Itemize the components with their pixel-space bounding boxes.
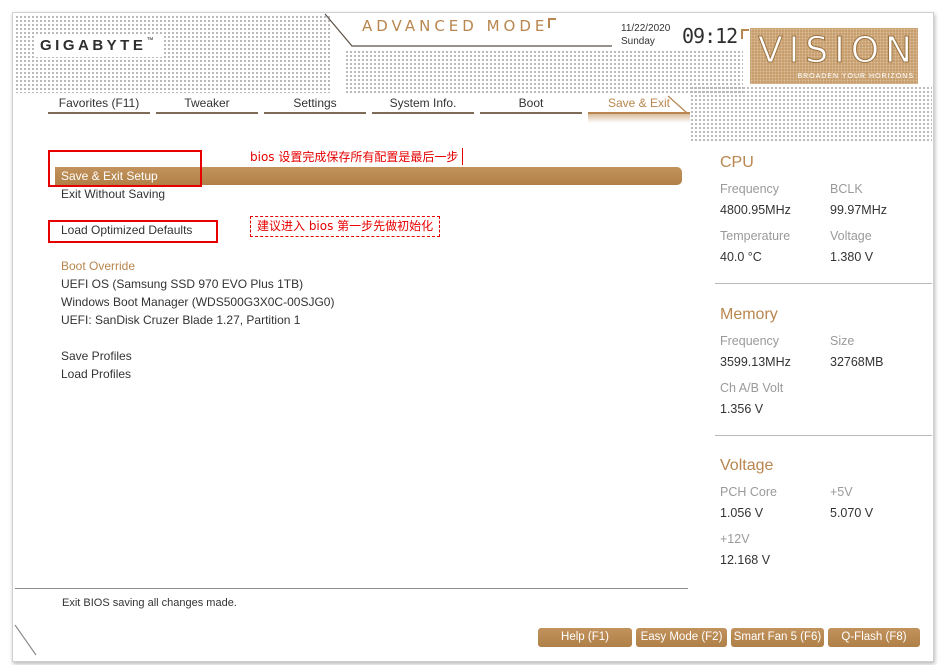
text-cursor	[462, 148, 463, 165]
clock-readout: 09:12	[682, 24, 738, 48]
easy-mode-button[interactable]: Easy Mode (F2)	[636, 628, 727, 647]
reading-value: 1.380 V	[830, 250, 874, 264]
reading-label: Frequency	[720, 334, 780, 348]
gigabyte-logo: GIGABYTE™	[34, 35, 164, 57]
cpu-readings: Frequency 4800.95MHz BCLK 99.97MHz Tempe…	[720, 179, 932, 268]
reading-value: 3599.13MHz	[720, 355, 791, 369]
weekday-readout: Sunday	[621, 36, 655, 47]
corner-bracket-icon	[741, 29, 749, 39]
reading-label: +12V	[720, 532, 750, 546]
voltage-monitor: Voltage PCH Core 1.056 V +5V 5.070 V +12…	[720, 455, 932, 571]
smart-fan-button[interactable]: Smart Fan 5 (F6)	[731, 628, 824, 647]
tab-settings[interactable]: Settings	[264, 94, 366, 114]
monitor-divider	[715, 283, 932, 284]
vision-logo-tagline: BROADEN YOUR HORIZONS	[797, 73, 914, 80]
plus-12v-voltage: +12V 12.168 V	[720, 529, 830, 571]
reading-value: 99.97MHz	[830, 203, 887, 217]
reading-label: Size	[830, 334, 855, 348]
mode-title: ADVANCED MODE	[362, 17, 549, 35]
q-flash-button[interactable]: Q-Flash (F8)	[828, 628, 920, 647]
memory-readings: Frequency 3599.13MHz Size 32768MB Ch A/B…	[720, 331, 932, 420]
annotation-note-defaults: 建议进入 bios 第一步先做初始化	[250, 216, 440, 237]
reading-value: 40.0 °C	[720, 250, 762, 264]
trademark-mark: ™	[146, 37, 154, 44]
annotation-box-load-defaults	[48, 220, 218, 243]
annotation-note-save: bios 设置完成保存所有配置是最后一步	[250, 150, 459, 164]
memory-title: Memory	[720, 306, 778, 323]
reading-label: Temperature	[720, 229, 791, 243]
boot-device-usb-sandisk[interactable]: UEFI: SanDisk Cruzer Blade 1.27, Partiti…	[55, 311, 682, 329]
vision-logo-text: VISION	[758, 30, 918, 72]
corner-bracket-icon	[548, 18, 556, 28]
reading-label: Frequency	[720, 182, 780, 196]
menu-item-save-profiles[interactable]: Save Profiles	[55, 347, 682, 365]
footer-buttons: Help (F1) Easy Mode (F2) Smart Fan 5 (F6…	[538, 628, 920, 647]
reading-value: 1.056 V	[720, 506, 764, 520]
header-pattern-right	[690, 86, 932, 142]
tab-boot[interactable]: Boot	[480, 94, 582, 114]
annotation-box-save-exit	[48, 150, 202, 187]
menu-item-exit-without-saving[interactable]: Exit Without Saving	[55, 185, 682, 203]
reading-value: 12.168 V	[720, 553, 771, 567]
vision-logo: VISION BROADEN YOUR HORIZONS	[750, 28, 918, 84]
boot-device-uefi-os[interactable]: UEFI OS (Samsung SSD 970 EVO Plus 1TB)	[55, 275, 682, 293]
tab-favorites[interactable]: Favorites (F11)	[48, 94, 150, 114]
brand-name: GIGABYTE	[40, 37, 147, 54]
menu-spacer	[55, 329, 682, 347]
memory-monitor: Memory Frequency 3599.13MHz Size 32768MB…	[720, 304, 932, 420]
cpu-title: CPU	[720, 154, 754, 171]
cpu-temperature: Temperature 40.0 °C	[720, 226, 830, 268]
tab-tweaker[interactable]: Tweaker	[156, 94, 258, 114]
cpu-monitor: CPU Frequency 4800.95MHz BCLK 99.97MHz T…	[720, 152, 932, 268]
voltage-readings: PCH Core 1.056 V +5V 5.070 V +12V 12.168…	[720, 482, 932, 571]
monitor-divider	[715, 435, 932, 436]
boot-override-heading: Boot Override	[61, 259, 136, 273]
reading-label: PCH Core	[720, 485, 777, 499]
reading-label: +5V	[830, 485, 853, 499]
memory-voltage: Ch A/B Volt 1.356 V	[720, 378, 830, 420]
pch-core-voltage: PCH Core 1.056 V	[720, 482, 830, 524]
memory-frequency: Frequency 3599.13MHz	[720, 331, 830, 373]
boot-device-windows-boot-manager[interactable]: Windows Boot Manager (WDS500G3X0C-00SJG0…	[55, 293, 682, 311]
reading-value: 1.356 V	[720, 402, 764, 416]
memory-size: Size 32768MB	[830, 331, 930, 373]
reading-label: Voltage	[830, 229, 872, 243]
reading-label: Ch A/B Volt	[720, 381, 784, 395]
help-description: Exit BIOS saving all changes made.	[62, 597, 237, 609]
plus-5v-voltage: +5V 5.070 V	[830, 482, 930, 524]
voltage-title: Voltage	[720, 457, 774, 474]
menu-item-load-profiles[interactable]: Load Profiles	[55, 365, 682, 383]
cpu-voltage: Voltage 1.380 V	[830, 226, 930, 268]
main-tabs: Favorites (F11) Tweaker Settings System …	[48, 94, 690, 123]
help-button[interactable]: Help (F1)	[538, 628, 632, 647]
reading-label: BCLK	[830, 182, 863, 196]
save-exit-menu: Save & Exit Setup Exit Without Saving Lo…	[55, 167, 682, 383]
tab-system-info[interactable]: System Info.	[372, 94, 474, 114]
reading-value: 4800.95MHz	[720, 203, 791, 217]
reading-value: 5.070 V	[830, 506, 874, 520]
date-readout: 11/22/2020	[621, 23, 671, 34]
header-pattern-center	[345, 50, 743, 93]
reading-value: 32768MB	[830, 355, 884, 369]
cpu-bclk: BCLK 99.97MHz	[830, 179, 930, 221]
tab-save-exit[interactable]: Save & Exit	[588, 94, 690, 123]
help-divider	[15, 588, 688, 589]
cpu-frequency: Frequency 4800.95MHz	[720, 179, 830, 221]
